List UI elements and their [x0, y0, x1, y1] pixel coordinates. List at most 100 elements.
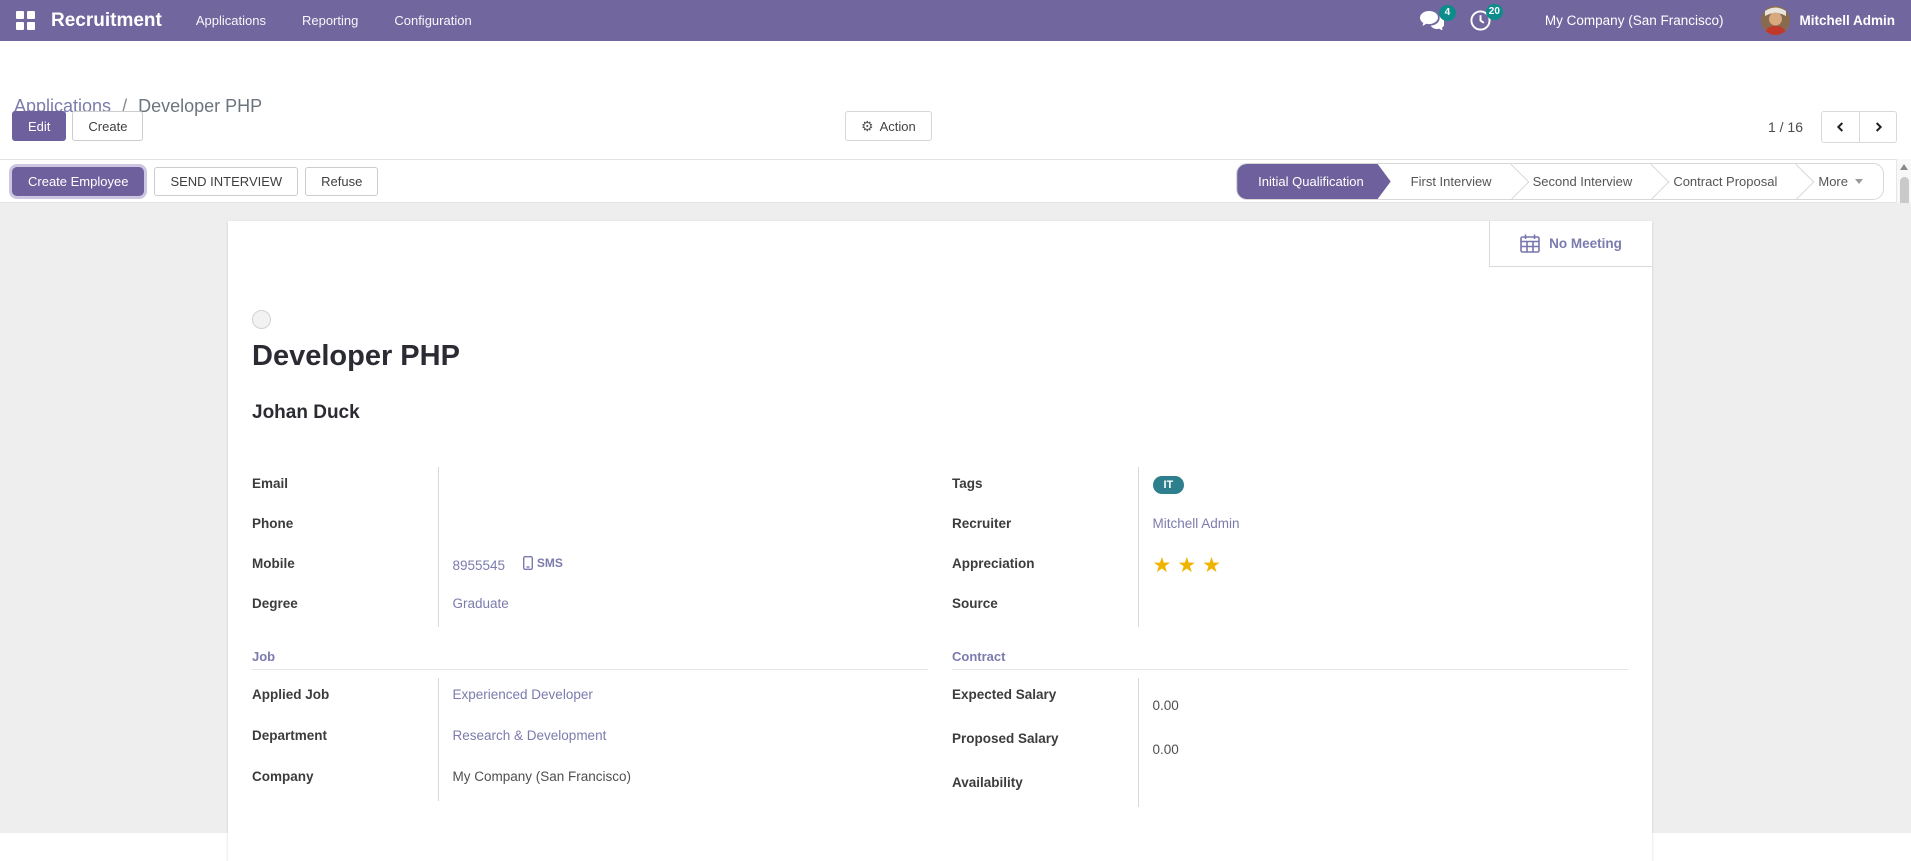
user-menu[interactable]: Mitchell Admin	[1799, 13, 1895, 28]
pager-counter: 1 / 16	[1767, 119, 1803, 135]
action-menu-button[interactable]: ⚙ Action	[845, 111, 932, 141]
kanban-state-indicator[interactable]	[252, 310, 271, 329]
mobile-label: Mobile	[252, 556, 295, 571]
messages-badge: 4	[1438, 5, 1456, 21]
department-label: Department	[252, 728, 328, 743]
scroll-up-button[interactable]	[1897, 159, 1911, 175]
content-area: No Meeting Developer PHP Johan Duck Emai…	[0, 203, 1911, 861]
degree-label: Degree	[252, 596, 298, 611]
form-sheet: No Meeting Developer PHP Johan Duck Emai…	[228, 221, 1652, 861]
tags-label: Tags	[952, 476, 983, 491]
field-row-degree: Degree Graduate	[252, 587, 928, 627]
create-employee-button[interactable]: Create Employee	[12, 166, 145, 196]
avatar-image	[1761, 6, 1791, 35]
activities-button[interactable]: 20	[1470, 4, 1503, 31]
company-label: Company	[252, 769, 314, 784]
job-section-title: Job	[252, 649, 928, 670]
appreciation-stars[interactable]: ★★★	[1153, 554, 1227, 577]
stage-separator	[1652, 164, 1653, 199]
messages-button[interactable]: 4	[1419, 5, 1456, 30]
field-row-company: Company My Company (San Francisco)	[252, 760, 928, 801]
meeting-label: No Meeting	[1549, 236, 1622, 251]
field-row-email: Email	[252, 467, 928, 507]
company-switcher[interactable]: My Company (San Francisco)	[1545, 13, 1724, 28]
field-row-proposed-salary: Proposed Salary 0.00	[952, 722, 1628, 766]
email-value	[437, 467, 928, 507]
triangle-up-icon	[1900, 164, 1908, 170]
applied-job-value-link[interactable]: Experienced Developer	[453, 687, 593, 702]
more-label: More	[1818, 174, 1848, 189]
recruiter-label: Recruiter	[952, 516, 1012, 531]
menu-applications[interactable]: Applications	[196, 13, 266, 28]
caret-down-icon	[1855, 179, 1863, 184]
phone-label: Phone	[252, 516, 294, 531]
tag-badge-it: IT	[1152, 476, 1185, 494]
top-navbar: Recruitment Applications Reporting Confi…	[0, 0, 1911, 41]
send-interview-button[interactable]: SEND INTERVIEW	[154, 166, 299, 196]
pager-next-button[interactable]	[1859, 112, 1896, 142]
source-value	[1137, 587, 1628, 627]
field-row-recruiter: Recruiter Mitchell Admin	[952, 507, 1628, 547]
applied-job-label: Applied Job	[252, 687, 330, 702]
apps-grid-icon[interactable]	[16, 11, 35, 30]
stage-pipeline: Initial Qualification First Interview Se…	[1236, 163, 1884, 200]
availability-value	[1137, 766, 1628, 807]
field-row-mobile: Mobile 8955545 SMS	[252, 547, 928, 587]
field-row-phone: Phone	[252, 507, 928, 547]
menu-reporting[interactable]: Reporting	[302, 13, 358, 28]
left-field-group: Email Phone Mobile 8955545 SMS Degree Gr…	[252, 467, 928, 627]
chevron-left-icon	[1836, 122, 1843, 132]
action-label: Action	[879, 118, 916, 134]
source-label: Source	[952, 596, 998, 611]
department-value-link[interactable]: Research & Development	[453, 728, 607, 743]
app-name[interactable]: Recruitment	[51, 10, 162, 32]
control-panel: Applications / Developer PHP Edit Create…	[0, 41, 1911, 159]
proposed-salary-value: 0.00	[1137, 722, 1628, 766]
mobile-phone-icon	[522, 556, 533, 570]
availability-label: Availability	[952, 775, 1023, 790]
right-field-group: Tags IT Recruiter Mitchell Admin Appreci…	[952, 467, 1628, 627]
calendar-icon	[1520, 234, 1540, 253]
position-title: Developer PHP	[252, 340, 460, 372]
proposed-salary-label: Proposed Salary	[952, 731, 1059, 746]
field-row-availability: Availability	[952, 766, 1628, 807]
activities-badge: 20	[1485, 4, 1503, 20]
sms-label: SMS	[536, 556, 563, 570]
field-row-appreciation: Appreciation ★★★	[952, 547, 1628, 587]
degree-value-link[interactable]: Graduate	[453, 596, 509, 611]
phone-value	[437, 507, 928, 547]
send-sms-button[interactable]: SMS	[522, 556, 563, 570]
chevron-right-icon	[1875, 122, 1883, 132]
pager: 1 / 16	[1768, 111, 1897, 143]
field-row-applied-job: Applied Job Experienced Developer	[252, 678, 928, 719]
field-row-expected-salary: Expected Salary 0.00	[952, 678, 1628, 722]
statusbar: Create Employee SEND INTERVIEW Refuse In…	[0, 159, 1911, 203]
create-button[interactable]: Create	[72, 111, 144, 141]
contract-section: Contract Expected Salary 0.00 Proposed S…	[952, 649, 1628, 807]
edit-button[interactable]: Edit	[12, 111, 67, 141]
expected-salary-value: 0.00	[1137, 678, 1628, 722]
refuse-button[interactable]: Refuse	[305, 166, 379, 196]
appreciation-label: Appreciation	[952, 556, 1035, 571]
meetings-button[interactable]: No Meeting	[1489, 221, 1652, 267]
pager-previous-button[interactable]	[1822, 112, 1859, 142]
email-label: Email	[252, 476, 289, 491]
contract-section-title: Contract	[952, 649, 1628, 670]
breadcrumb-current: Developer PHP	[138, 96, 263, 116]
field-row-tags: Tags IT	[952, 467, 1628, 507]
stage-initial-qualification[interactable]: Initial Qualification	[1237, 164, 1391, 199]
expected-salary-label: Expected Salary	[952, 687, 1057, 702]
stage-separator	[1797, 164, 1798, 199]
recruiter-value-link[interactable]: Mitchell Admin	[1153, 516, 1240, 531]
company-value: My Company (San Francisco)	[437, 760, 928, 801]
job-section: Job Applied Job Experienced Developer De…	[252, 649, 928, 807]
stage-contract-proposal[interactable]: Contract Proposal	[1653, 164, 1797, 199]
gear-icon: ⚙	[861, 117, 874, 134]
mobile-value-link[interactable]: 8955545	[453, 558, 506, 573]
field-row-department: Department Research & Development	[252, 719, 928, 760]
applicant-name: Johan Duck	[252, 402, 360, 423]
menu-configuration[interactable]: Configuration	[394, 13, 471, 28]
stage-separator	[1512, 164, 1513, 199]
user-avatar[interactable]	[1761, 6, 1791, 35]
field-row-source: Source	[952, 587, 1628, 627]
